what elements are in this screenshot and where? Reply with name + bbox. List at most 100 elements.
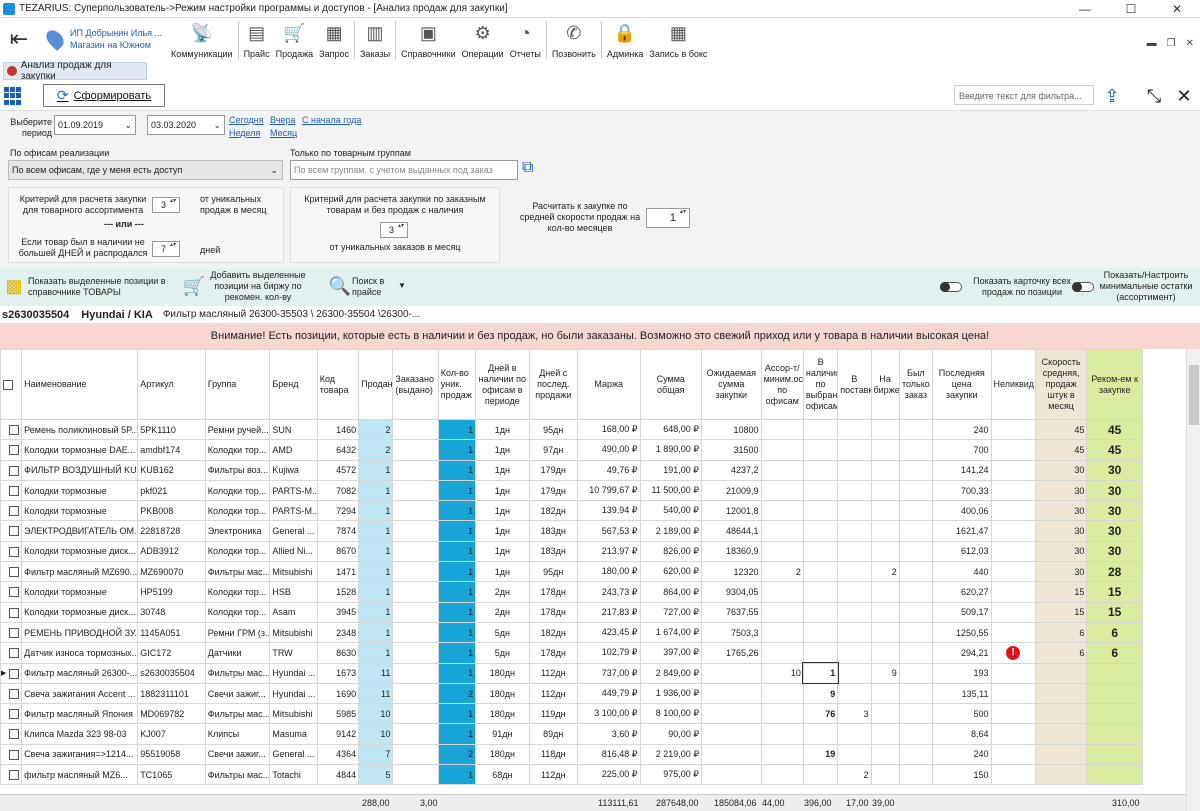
row-select-cell[interactable]: ▶: [0, 662, 23, 684]
col-last-price[interactable]: Последняя цена закупки: [932, 349, 992, 420]
dropdown-arrow-icon[interactable]: ▼: [398, 280, 406, 291]
toolbar-operations[interactable]: ⚙ Операции: [459, 18, 507, 62]
crit3-spinner[interactable]: 3: [380, 222, 408, 238]
location-selector[interactable]: ИП Добрынин Илья ... Магазин на Южном: [38, 18, 168, 60]
row-checkbox[interactable]: [9, 688, 19, 699]
col-days-last[interactable]: Дней с послед. продажи: [528, 349, 578, 420]
col-available[interactable]: В наличии по выбранным офисам: [802, 349, 839, 420]
link-month[interactable]: Месяц: [270, 128, 297, 138]
row-select-cell[interactable]: [0, 581, 23, 603]
toolbar-admin[interactable]: 🔒 Админка: [604, 18, 647, 62]
table-row[interactable]: Свеча зажигания=>1214... 95519058 Свечи за…: [0, 743, 1143, 766]
table-row[interactable]: ▶ Фильтр масляный 26300-... s2630035504 Фил…: [0, 662, 1143, 685]
date-from-input[interactable]: 01.09.2019 ⌄: [54, 115, 136, 135]
search-price-button[interactable]: Поиск в прайсе: [352, 276, 386, 298]
add-to-exchange-button[interactable]: Добавить выделенные позиции на биржу по …: [210, 270, 306, 303]
row-select-cell[interactable]: [0, 601, 23, 623]
table-row[interactable]: фильтр масляный MZ6... TC1065 Фильтры мас.…: [0, 764, 1143, 786]
crit1-spinner[interactable]: 3: [152, 197, 180, 213]
table-row[interactable]: Фильтр масляный MZ690... MZ690070 Фильтры …: [0, 561, 1143, 583]
row-checkbox[interactable]: [9, 445, 19, 456]
mdi-close-button[interactable]: ✕: [1186, 38, 1194, 49]
col-margin[interactable]: Маржа: [576, 349, 641, 420]
maximize-button[interactable]: ☐: [1108, 0, 1154, 18]
col-article[interactable]: Артикул: [137, 349, 206, 420]
col-unique[interactable]: Кол-во уник. продаж: [437, 349, 477, 420]
table-row[interactable]: Колодки тормозные HP5199 Колодки тор... HSB…: [0, 581, 1143, 603]
col-assortment[interactable]: Ассор-т/миним.остатки по офисам: [760, 349, 804, 420]
toolbar-orders[interactable]: ▥ Заказы: [357, 18, 393, 62]
form-report-button[interactable]: ⟳ Сформировать: [43, 84, 165, 107]
link-today[interactable]: Сегодня: [229, 115, 264, 125]
toolbar-call[interactable]: ✆ Позвонить: [549, 18, 599, 62]
grid-menu-icon[interactable]: [4, 87, 22, 105]
toolbar-price[interactable]: ▤ Прайс: [241, 18, 273, 62]
date-to-input[interactable]: 03.03.2020 ⌄: [147, 115, 225, 135]
row-checkbox[interactable]: [9, 526, 19, 537]
group-tree-icon[interactable]: ⧉: [522, 159, 533, 177]
row-checkbox[interactable]: [9, 465, 19, 476]
row-checkbox[interactable]: [9, 749, 19, 760]
row-checkbox[interactable]: [9, 485, 19, 496]
table-row[interactable]: Колодки тормозные pkf021 Колодки тор... PAR…: [0, 479, 1143, 502]
row-select-cell[interactable]: [0, 682, 23, 705]
row-checkbox[interactable]: [9, 729, 19, 740]
select-all-header[interactable]: [0, 349, 23, 420]
col-only-order[interactable]: Был только заказ: [898, 349, 934, 420]
table-row[interactable]: Свеча зажигания Accent ... 1882311101 Свеч…: [0, 682, 1143, 705]
row-checkbox[interactable]: [9, 668, 19, 679]
col-days-stock[interactable]: Дней в наличии по офисам в периоде: [475, 349, 530, 420]
row-select-cell[interactable]: [0, 723, 23, 745]
link-year-start[interactable]: С начала года: [302, 115, 361, 125]
row-checkbox[interactable]: [9, 506, 19, 517]
row-checkbox[interactable]: [9, 424, 19, 435]
row-checkbox[interactable]: [9, 567, 19, 578]
close-panel-icon[interactable]: ✕: [1172, 84, 1196, 108]
row-select-cell[interactable]: [0, 479, 23, 502]
row-select-cell[interactable]: [0, 764, 23, 786]
row-select-cell[interactable]: [0, 520, 23, 542]
toolbar-request[interactable]: ▦ Запрос: [316, 18, 352, 62]
toolbar-references[interactable]: ▣ Справочники: [398, 18, 459, 62]
col-code[interactable]: Код товара: [316, 349, 360, 420]
link-week[interactable]: Неделя: [229, 128, 260, 138]
row-select-cell[interactable]: [0, 418, 23, 441]
tab-sales-analysis[interactable]: Анализ продаж для закупки: [3, 60, 147, 82]
offices-select[interactable]: По всем офисам, где у меня есть доступ ⌄: [8, 160, 283, 180]
col-name[interactable]: Наименование: [21, 349, 139, 420]
row-select-cell[interactable]: [0, 642, 23, 664]
exit-icon[interactable]: ⇤: [0, 18, 38, 60]
col-illiquid[interactable]: Неликвид: [990, 349, 1036, 420]
row-select-cell[interactable]: [0, 743, 23, 766]
close-button[interactable]: ✕: [1154, 0, 1200, 18]
scrollbar-thumb[interactable]: [1189, 365, 1199, 425]
table-row[interactable]: ФИЛЬТР ВОЗДУШНЫЙ KU... KUB162 Фильтры воз.…: [0, 459, 1143, 481]
table-row[interactable]: ЭЛЕКТРОДВИГАТЕЛЬ ОМ... 22818728 Электроник…: [0, 520, 1143, 542]
mdi-restore-button[interactable]: ❐: [1167, 38, 1176, 49]
table-row[interactable]: РЕМЕНЬ ПРИВОДНОЙ ЗУ... 1145A051 Ремни ГРМ …: [0, 621, 1143, 644]
row-checkbox[interactable]: [9, 607, 19, 618]
groups-input[interactable]: По всем группам, с учетом выданных под з…: [290, 160, 518, 180]
row-checkbox[interactable]: [9, 546, 19, 557]
col-group[interactable]: Группа: [204, 349, 271, 420]
table-row[interactable]: Клипса Mazda 323 98-03 KJ007 Клипсы Masuma 9…: [0, 723, 1143, 745]
collapse-icon[interactable]: ⤡: [1142, 84, 1166, 108]
table-row[interactable]: Ремень поликлиновый 5P... 5PK1110 Ремни ру…: [0, 418, 1143, 441]
col-ordered[interactable]: Заказано (выдано): [392, 349, 439, 420]
mdi-minimize-button[interactable]: ▬: [1147, 38, 1157, 49]
col-sum[interactable]: Сумма общая: [639, 349, 703, 420]
show-selected-button[interactable]: Показать выделенные позиции в справочник…: [28, 276, 178, 298]
toolbar-box-booking[interactable]: ▦ Запись в бокс: [646, 18, 710, 62]
row-checkbox[interactable]: [9, 709, 19, 720]
toolbar-sale[interactable]: 🛒 Продажа: [273, 18, 317, 62]
filter-input[interactable]: Введите текст для фильтра...: [954, 85, 1094, 105]
toolbar-reports[interactable]: ◔ Отчеты: [507, 18, 544, 62]
table-row[interactable]: Колодки тормозные DAE... amdbf174 Колодки …: [0, 439, 1143, 461]
row-select-cell[interactable]: [0, 459, 23, 481]
minimize-button[interactable]: —: [1062, 0, 1108, 18]
col-recommended[interactable]: Реком-ем к закупке: [1086, 349, 1143, 420]
col-speed[interactable]: Скорость средняя, продаж штук в месяц: [1034, 349, 1088, 420]
row-checkbox[interactable]: [9, 587, 19, 598]
vertical-scrollbar[interactable]: [1186, 349, 1200, 811]
row-select-cell[interactable]: [0, 703, 23, 725]
